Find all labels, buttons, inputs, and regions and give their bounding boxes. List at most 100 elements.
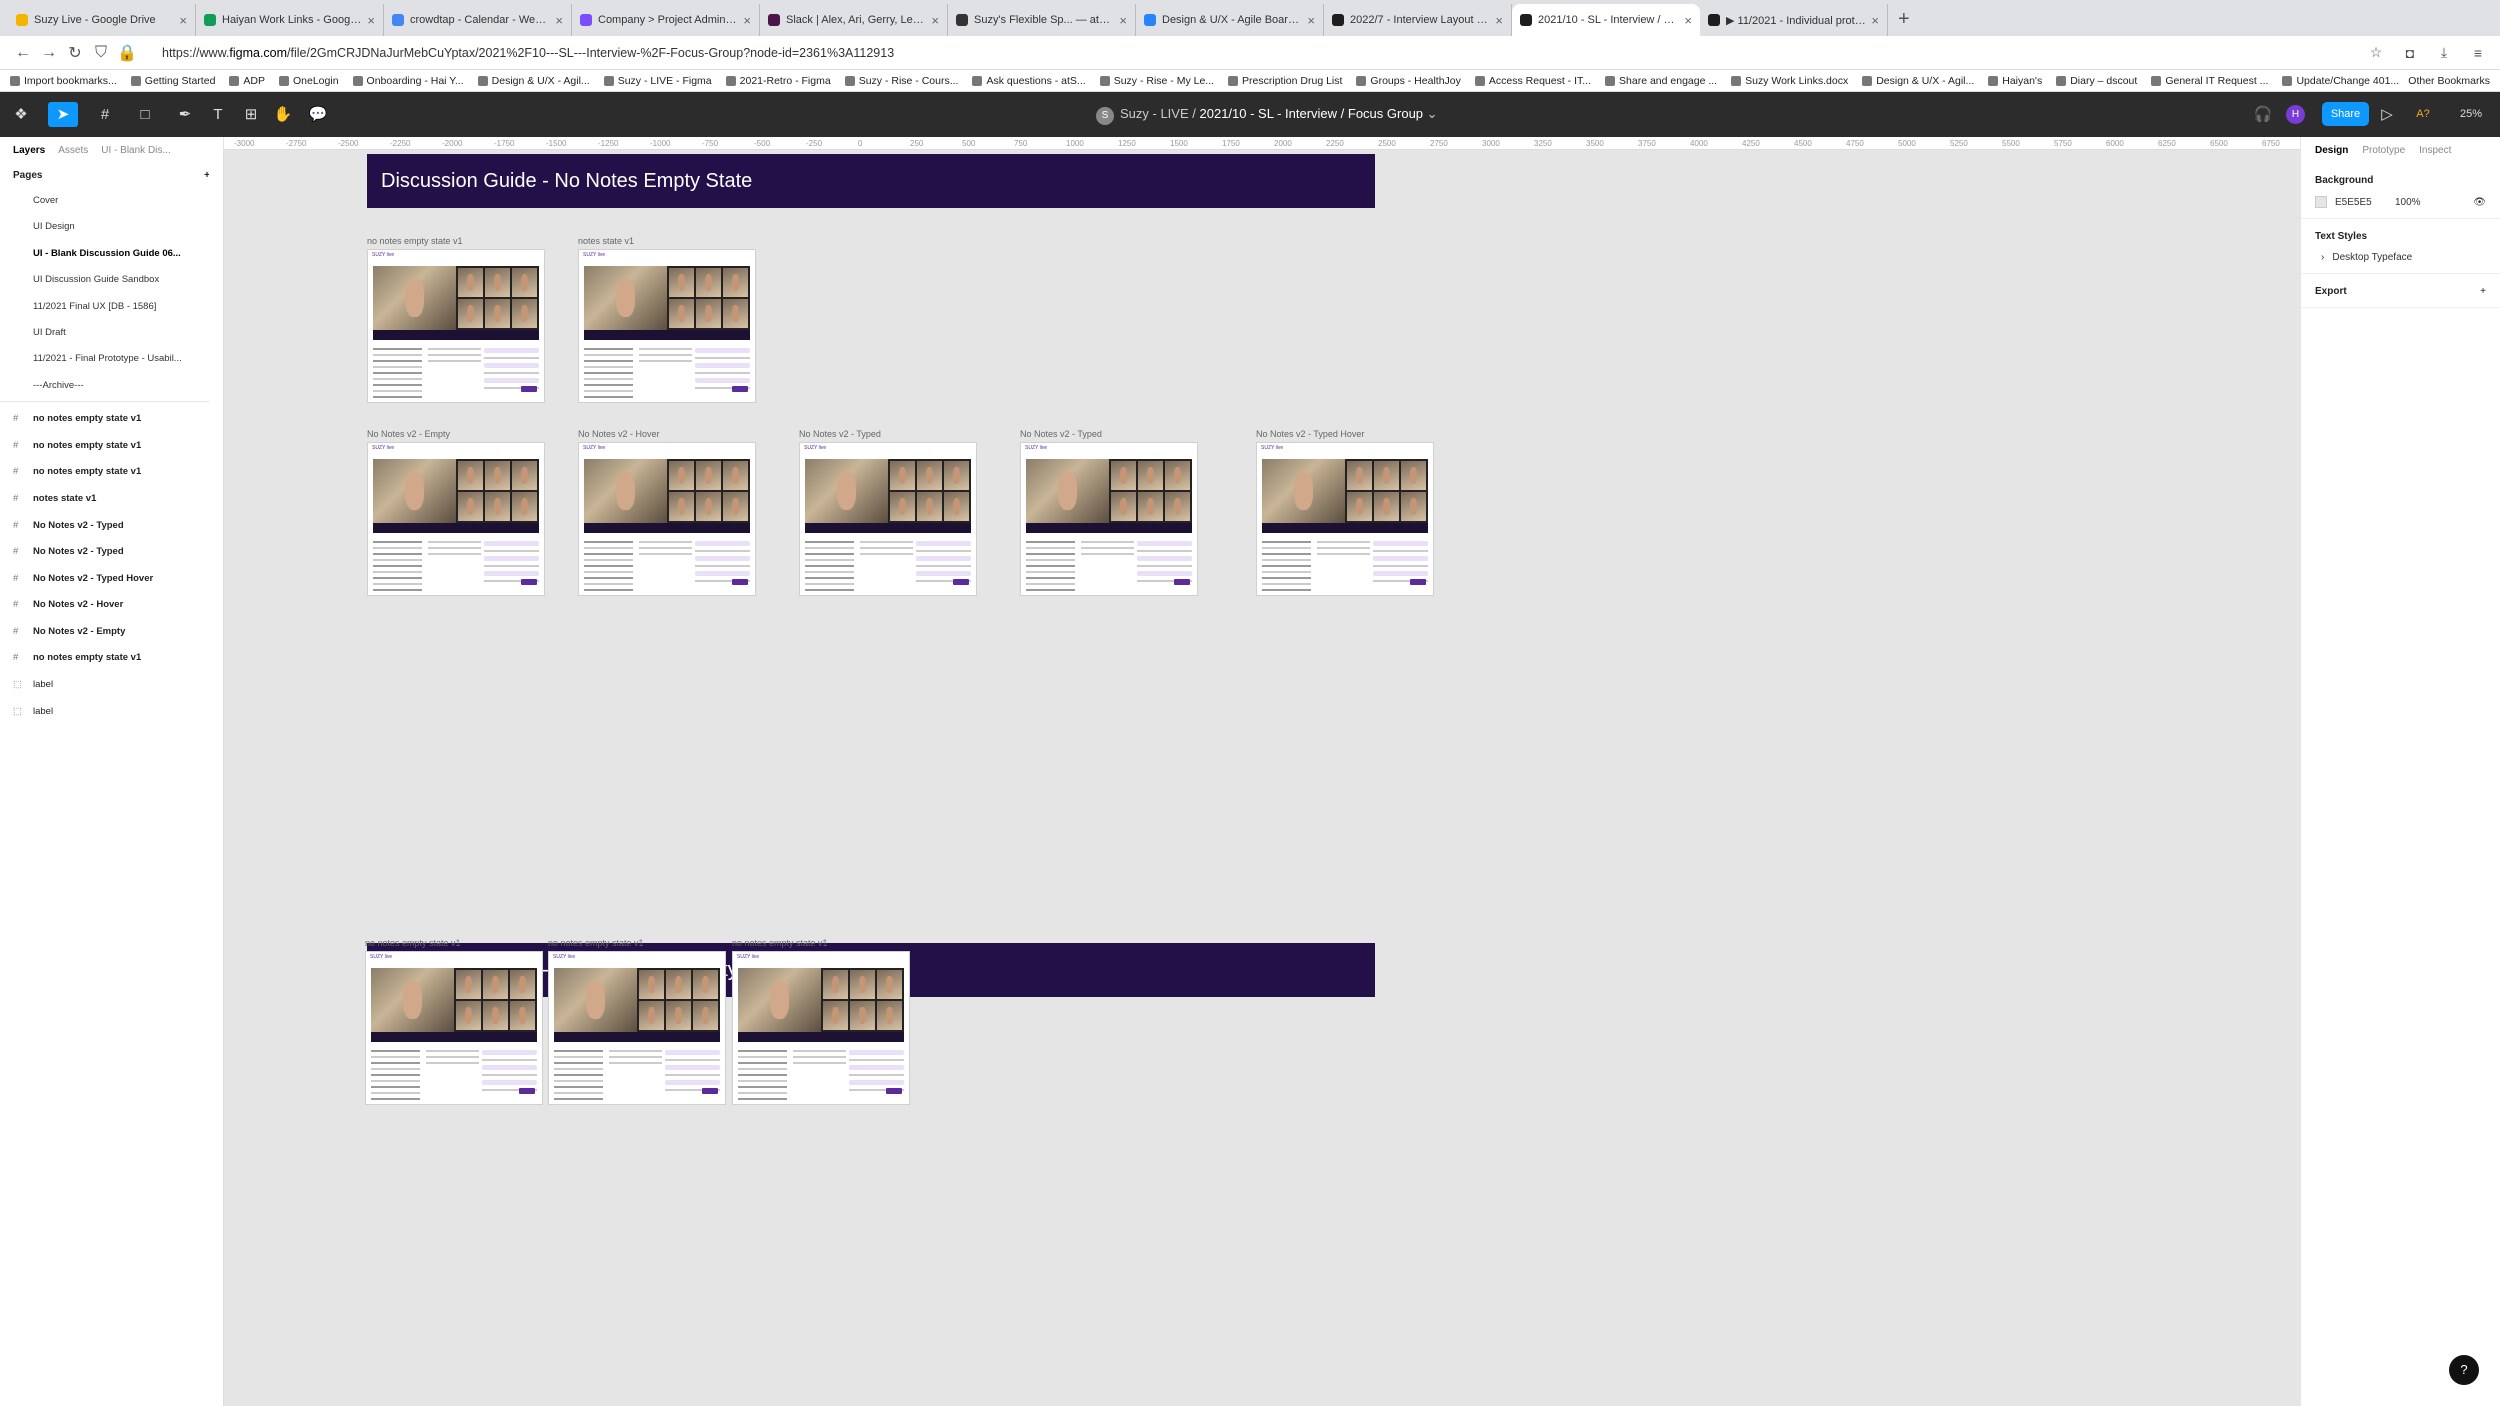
layer-item[interactable]: # No Notes v2 - Typed [0, 539, 223, 566]
layer-item[interactable]: # no notes empty state v1 [0, 459, 223, 486]
browser-tab[interactable]: ▶ 11/2021 - Individual prototype...× [1700, 4, 1888, 36]
bookmark-item[interactable]: Prescription Drug List [1228, 75, 1342, 87]
browser-tab[interactable]: Design & U/X - Agile Board - Ba...× [1136, 4, 1324, 36]
close-tab-icon[interactable]: × [1119, 13, 1127, 28]
frame-label[interactable]: notes state v1 [578, 236, 634, 246]
layer-item[interactable]: # no notes empty state v1 [0, 645, 223, 672]
page-item[interactable]: Cover [0, 188, 223, 214]
close-tab-icon[interactable]: × [931, 13, 939, 28]
bookmark-item[interactable]: 2021-Retro - Figma [725, 75, 831, 87]
design-frame[interactable]: SUZY live [799, 442, 977, 596]
hand-tool-icon[interactable]: ✋ [268, 102, 298, 127]
frame-label[interactable]: no notes empty state v1 [365, 938, 461, 948]
frame-label[interactable]: No Notes v2 - Empty [367, 429, 450, 439]
tab-design[interactable]: Design [2315, 145, 2348, 156]
menu-icon[interactable]: ≡ [2466, 45, 2490, 61]
layer-item[interactable]: # notes state v1 [0, 486, 223, 513]
frame-label[interactable]: No Notes v2 - Typed [799, 429, 881, 439]
audio-icon[interactable]: 🎧 [2248, 102, 2278, 127]
pen-tool-icon[interactable]: ✒ [170, 102, 200, 127]
frame-label[interactable]: no notes empty state v1 [548, 938, 644, 948]
bookmark-item[interactable]: ADP [229, 75, 265, 87]
frame-label[interactable]: no notes empty state v1 [367, 236, 463, 246]
browser-tab[interactable]: Suzy's Flexible Sp... — atSpoke × [948, 4, 1136, 36]
share-button[interactable]: Share [2322, 102, 2369, 126]
bookmark-item[interactable]: Getting Started [130, 75, 215, 87]
page-item[interactable]: 11/2021 - Final Prototype - Usabil... [0, 346, 223, 372]
help-button[interactable]: ? [2449, 1355, 2479, 1385]
page-item[interactable]: ---Archive--- [0, 373, 223, 399]
browser-tab[interactable]: Company > Project Admin | Suzy× [572, 4, 760, 36]
close-tab-icon[interactable]: × [555, 13, 563, 28]
bookmark-item[interactable]: Design & U/X - Agil... [477, 75, 590, 87]
text-tool-icon[interactable]: T [203, 102, 233, 127]
back-icon[interactable]: ← [10, 44, 36, 62]
layer-item[interactable]: # No Notes v2 - Empty [0, 619, 223, 646]
shield-icon[interactable]: ⛉ [88, 44, 114, 62]
layer-item[interactable]: # No Notes v2 - Typed Hover [0, 566, 223, 593]
download-icon[interactable]: ⤓ [2432, 44, 2456, 61]
close-tab-icon[interactable]: × [1684, 13, 1692, 28]
bookmark-item[interactable]: Suzy - Rise - My Le... [1099, 75, 1214, 87]
frame-label[interactable]: No Notes v2 - Typed [1020, 429, 1102, 439]
bookmark-item[interactable]: Suzy - LIVE - Figma [603, 75, 712, 87]
page-item[interactable]: UI Design [0, 214, 223, 240]
figma-menu-icon[interactable]: ❖ [6, 102, 36, 127]
present-icon[interactable]: ▷ [2372, 102, 2402, 127]
bookmark-item[interactable]: Update/Change 401... [2282, 75, 2399, 87]
comment-tool-icon[interactable]: 💬 [303, 102, 333, 127]
close-tab-icon[interactable]: × [1307, 13, 1315, 28]
design-frame[interactable]: SUZY live [578, 249, 756, 403]
lock-icon[interactable]: 🔒 [114, 43, 140, 63]
new-tab-button[interactable]: + [1898, 4, 1910, 36]
design-frame[interactable]: SUZY live [365, 951, 543, 1105]
bookmark-item[interactable]: Share and engage ... [1605, 75, 1717, 87]
bookmark-item[interactable]: General IT Request ... [2151, 75, 2268, 87]
design-frame[interactable]: SUZY live [548, 951, 726, 1105]
layer-item[interactable]: ⬚ label [0, 672, 223, 699]
design-frame[interactable]: SUZY live [367, 249, 545, 403]
bookmark-item[interactable]: Suzy - Rise - Cours... [844, 75, 958, 87]
layer-item[interactable]: # no notes empty state v1 [0, 433, 223, 460]
text-style-item[interactable]: Desktop Typeface [2332, 252, 2412, 263]
url-field[interactable]: https://www.figma.com/file/2GmCRJDNaJurM… [162, 46, 2354, 60]
shape-tool-icon[interactable]: □ [130, 102, 160, 127]
close-tab-icon[interactable]: × [1495, 13, 1503, 28]
tab-layers[interactable]: Layers [13, 145, 45, 156]
layer-item[interactable]: # no notes empty state v1 [0, 406, 223, 433]
tab-assets[interactable]: Assets [58, 145, 88, 156]
page-item[interactable]: UI Draft [0, 320, 223, 346]
current-page-selector[interactable]: UI - Blank Dis... [101, 145, 170, 156]
bookmark-item[interactable]: Diary – dscout [2056, 75, 2137, 87]
design-frame[interactable]: SUZY live [732, 951, 910, 1105]
layer-item[interactable]: # No Notes v2 - Typed [0, 513, 223, 540]
design-frame[interactable]: SUZY live [1020, 442, 1198, 596]
browser-tab[interactable]: Haiyan Work Links - Google Sheets× [196, 4, 384, 36]
bookmark-item[interactable]: Design & U/X - Agil... [1862, 75, 1974, 87]
eye-icon[interactable]: 👁 [2473, 197, 2486, 208]
file-title[interactable]: S Suzy - LIVE / 2021/10 - SL - Interview … [1096, 106, 1438, 125]
bookmark-item[interactable]: OneLogin [279, 75, 339, 87]
forward-icon[interactable]: → [36, 44, 62, 62]
close-tab-icon[interactable]: × [367, 13, 375, 28]
frame-label[interactable]: No Notes v2 - Hover [578, 429, 660, 439]
canvas[interactable]: Discussion Guide - No Notes Empty State … [224, 150, 2300, 1406]
zoom-level[interactable]: 25% [2451, 102, 2491, 127]
close-tab-icon[interactable]: × [179, 13, 187, 28]
page-item[interactable]: UI - Blank Discussion Guide 06... [0, 241, 223, 267]
bookmark-item[interactable]: Haiyan's [1988, 75, 2042, 87]
close-tab-icon[interactable]: × [743, 13, 751, 28]
bookmark-item[interactable]: Access Request - IT... [1474, 75, 1591, 87]
chevron-right-icon[interactable]: › [2321, 252, 2324, 263]
browser-tab[interactable]: 2022/7 - Interview Layout Resp...× [1324, 4, 1512, 36]
pocket-icon[interactable]: ◘ [2398, 45, 2422, 61]
design-frame[interactable]: SUZY live [578, 442, 756, 596]
design-frame[interactable]: SUZY live [367, 442, 545, 596]
browser-tab[interactable]: Suzy Live - Google Drive × [8, 4, 196, 36]
browser-tab[interactable]: 2021/10 - SL - Interview / Focus...× [1512, 4, 1700, 36]
bookmark-item[interactable]: Import bookmarks... [10, 75, 117, 87]
bookmark-star-icon[interactable]: ☆ [2364, 44, 2388, 61]
frame-label[interactable]: No Notes v2 - Typed Hover [1256, 429, 1364, 439]
close-tab-icon[interactable]: × [1871, 13, 1879, 28]
other-bookmarks[interactable]: Other Bookmarks [2408, 75, 2490, 87]
